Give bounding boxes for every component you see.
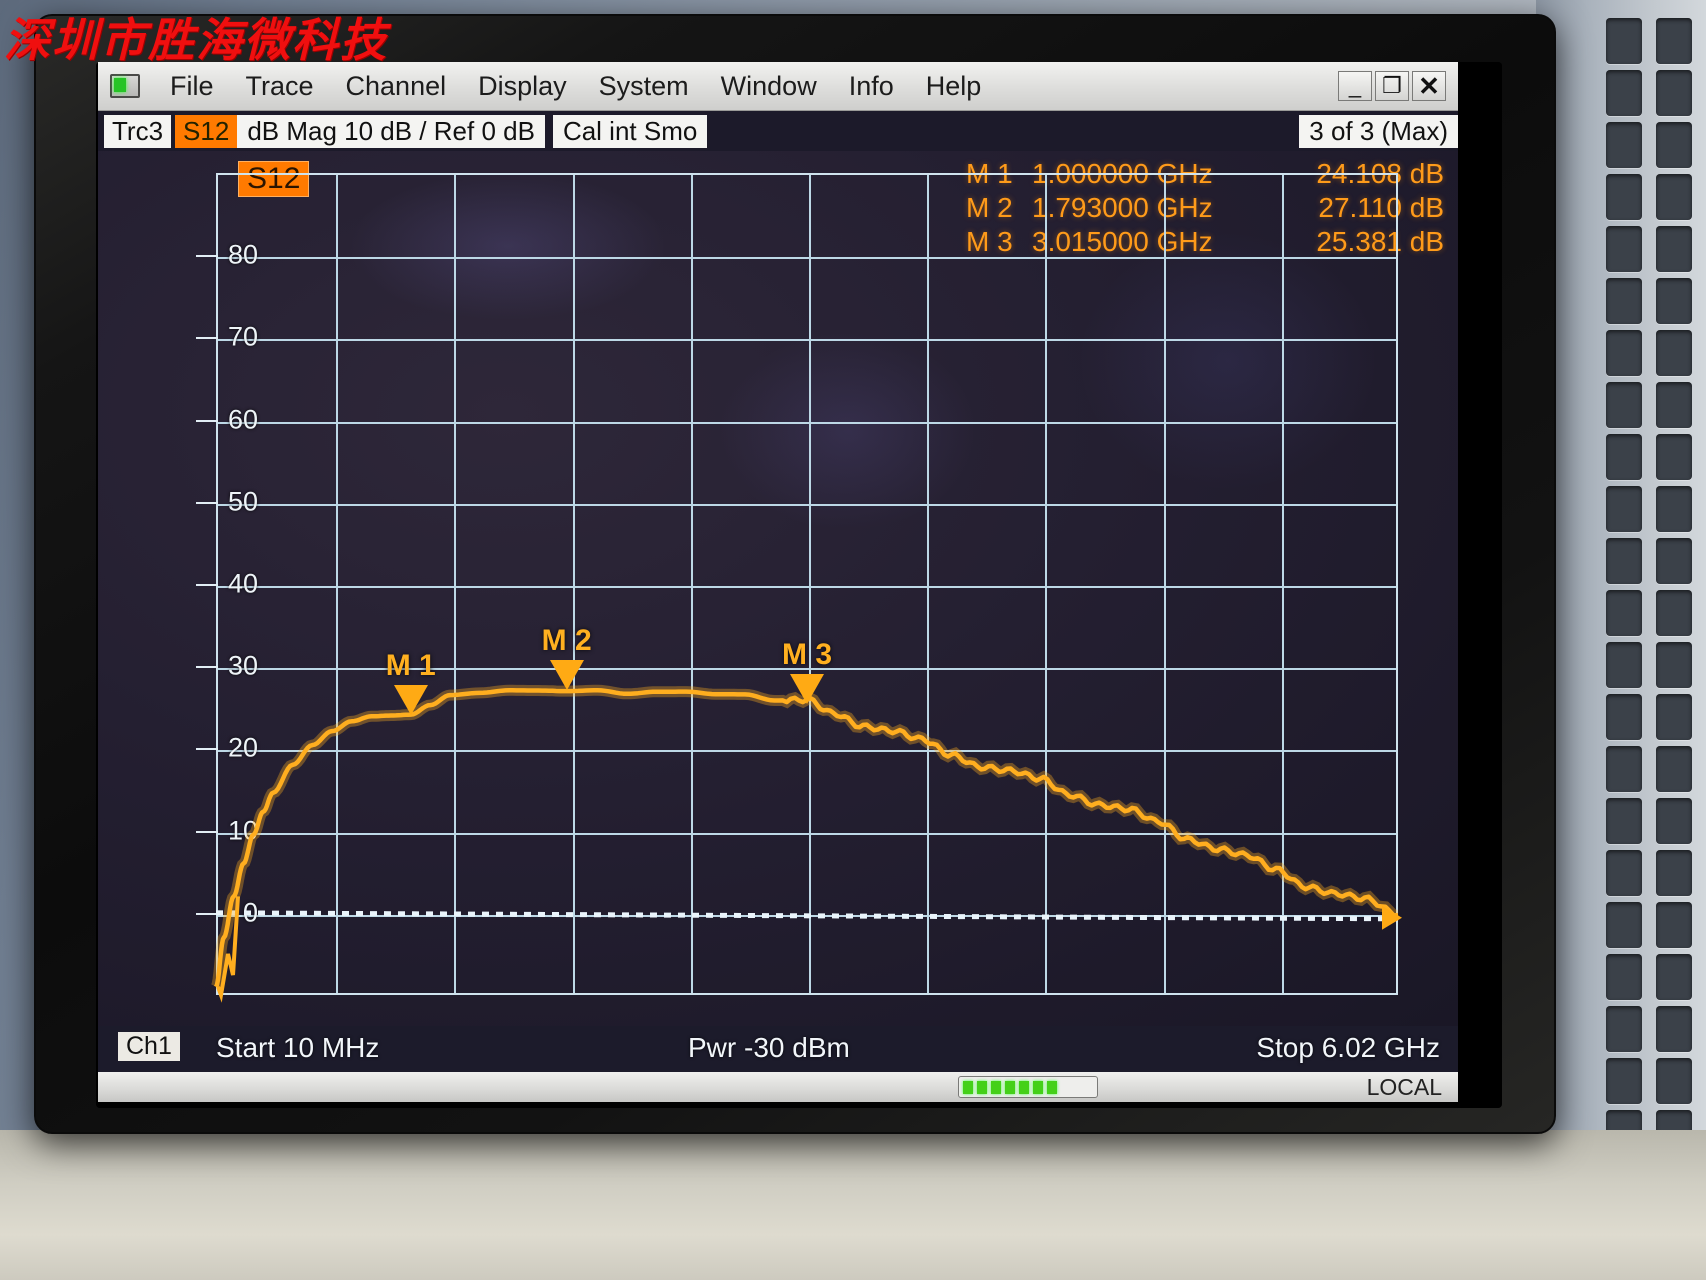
menu-item-channel[interactable]: Channel [330,71,463,102]
marker-label[interactable]: M 2 [542,624,592,658]
marker-triangle-icon[interactable] [549,659,584,690]
panel-perforation [1656,278,1692,324]
desk-surface [0,1130,1706,1280]
panel-perforation [1656,850,1692,896]
panel-perforation [1656,330,1692,376]
panel-perforation [1606,1058,1642,1104]
minimize-button[interactable]: _ [1338,71,1372,101]
panel-perforation [1606,590,1642,636]
status-led [977,1080,987,1094]
panel-perforation [1656,798,1692,844]
panel-perforation [1606,1006,1642,1052]
panel-perforation [1606,18,1642,64]
marker-triangle-icon[interactable] [790,674,824,705]
menu-item-display[interactable]: Display [462,71,583,102]
trace-curve [211,684,1402,1003]
panel-perforation [1656,954,1692,1000]
marker-label[interactable]: M 3 [782,638,832,672]
menu-item-system[interactable]: System [583,71,705,102]
start-frequency-label[interactable]: Start 10 MHz [216,1032,379,1064]
panel-perforation [1606,694,1642,740]
panel-perforation [1656,434,1692,480]
status-led [1005,1080,1015,1094]
panel-perforation [1656,1058,1692,1104]
close-button[interactable]: ✕ [1412,71,1446,101]
channel-chip[interactable]: Ch1 [118,1032,180,1061]
panel-perforation [1606,174,1642,220]
panel-perforation [1606,902,1642,948]
panel-perforation [1656,590,1692,636]
restore-button[interactable]: ❐ [1375,71,1409,101]
menu-item-help[interactable]: Help [910,71,998,102]
watermark-text: 深圳市胜海微科技 [4,13,388,67]
plot-area[interactable]: S12 M 1 1.000000 GHz 24.108 dB M 2 1.793… [98,151,1458,1026]
panel-perforation [1656,746,1692,792]
panel-perforation [1656,226,1692,272]
status-led [963,1080,973,1094]
menu-item-trace[interactable]: Trace [230,71,330,102]
panel-perforation [1606,954,1642,1000]
window-count-label: 3 of 3 (Max) [1299,114,1458,148]
bottom-taskbar: LOCAL [98,1072,1458,1102]
panel-perforation [1656,1006,1692,1052]
trace-glow [211,684,1399,990]
instrument-side-panel [1536,0,1706,1280]
vna-screen: File Trace Channel Display System Window… [98,62,1458,1102]
status-led [991,1080,1001,1094]
menu-item-window[interactable]: Window [705,71,833,102]
status-led [1047,1080,1057,1094]
calibration-label[interactable]: Cal int Smo [552,114,708,148]
panel-perforation [1656,382,1692,428]
panel-perforation [1606,486,1642,532]
status-led [1019,1080,1029,1094]
marker-triangle-icon[interactable] [393,684,428,715]
panel-perforation [1606,382,1642,428]
panel-perforation [1606,850,1642,896]
panel-perforation [1606,798,1642,844]
marker-label[interactable]: M 1 [386,649,436,683]
power-label[interactable]: Pwr -30 dBm [688,1032,850,1064]
panel-perforation [1606,746,1642,792]
trace-info-bar: Trc3 S12 dB Mag 10 dB / Ref 0 dB Cal int… [98,111,1458,151]
s-parameter-chip[interactable]: S12 [175,114,238,148]
status-led [1033,1080,1043,1094]
local-mode-label: LOCAL [1366,1073,1442,1100]
panel-perforation [1656,122,1692,168]
panel-perforation [1606,278,1642,324]
panel-perforation [1656,486,1692,532]
panel-perforation [1606,70,1642,116]
trace-format-label[interactable]: dB Mag 10 dB / Ref 0 dB [237,114,545,148]
panel-perforation [1656,174,1692,220]
panel-perforation [1656,538,1692,584]
panel-perforation [1606,642,1642,688]
menu-item-info[interactable]: Info [833,71,910,102]
panel-perforation [1606,538,1642,584]
panel-perforation [1606,122,1642,168]
window-controls: _ ❐ ✕ [1338,71,1458,101]
channel-status-bar: Ch1 Start 10 MHz Pwr -30 dBm Stop 6.02 G… [98,1026,1458,1072]
vna-app-icon[interactable] [110,74,140,98]
panel-perforation [1606,330,1642,376]
status-led-indicator [958,1076,1098,1098]
panel-perforation [1656,902,1692,948]
panel-perforation [1606,434,1642,480]
reference-line [215,910,1399,922]
menu-item-file[interactable]: File [154,71,230,102]
panel-perforation [1656,18,1692,64]
stop-frequency-label[interactable]: Stop 6.02 GHz [1256,1032,1440,1064]
panel-perforation [1656,642,1692,688]
panel-perforation [1656,694,1692,740]
panel-perforation [1606,226,1642,272]
trace-line [214,687,1399,988]
trace-id-chip[interactable]: Trc3 [104,114,172,148]
panel-perforation [1656,70,1692,116]
